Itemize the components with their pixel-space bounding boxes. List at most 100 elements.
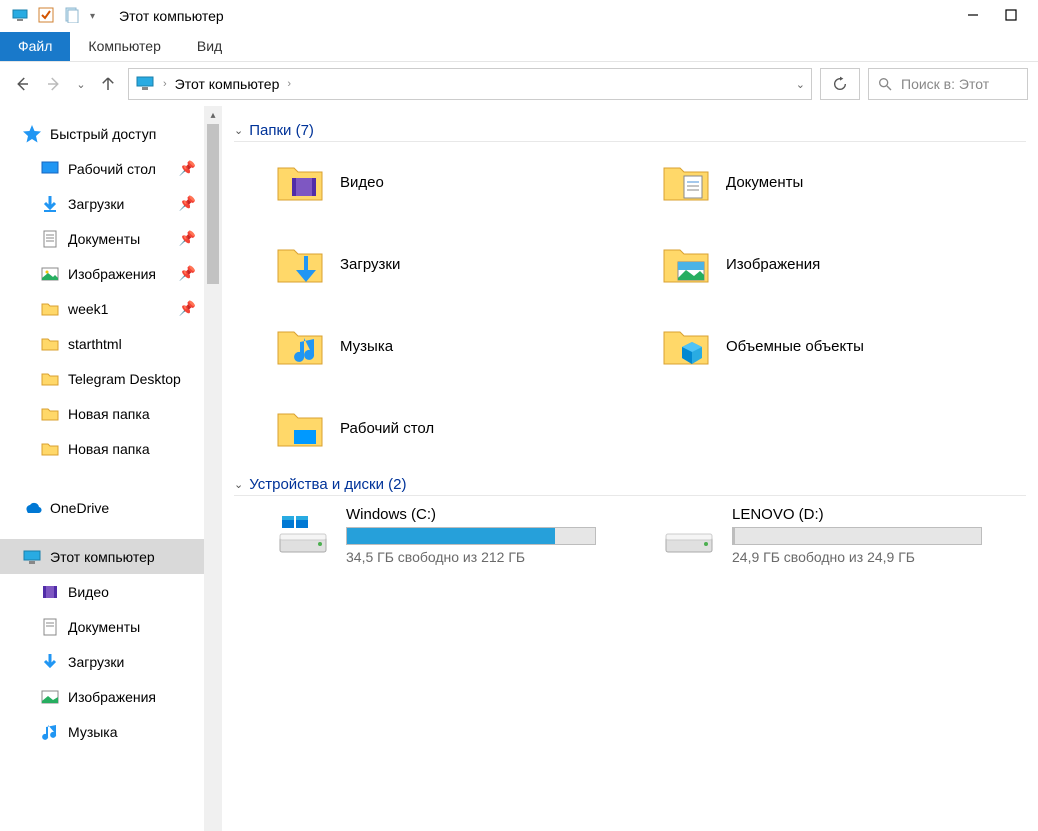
folder-tile-documents[interactable]: Документы <box>660 152 1026 212</box>
tree-pc-documents[interactable]: Документы <box>0 609 204 644</box>
pin-icon: 📌 <box>179 265 196 282</box>
window-controls <box>966 8 1030 25</box>
properties-checkbox-icon[interactable] <box>38 7 54 26</box>
star-icon <box>22 124 42 144</box>
chevron-right-icon[interactable]: › <box>163 78 167 90</box>
pc-icon <box>22 547 42 567</box>
picture-icon <box>40 264 60 284</box>
drive-tile-c[interactable]: Windows (C:) 34,5 ГБ свободно из 212 ГБ <box>274 506 640 565</box>
group-title: Устройства и диски (2) <box>249 476 406 493</box>
folder-tile-desktop[interactable]: Рабочий стол <box>274 398 640 458</box>
tree-item-telegram[interactable]: Telegram Desktop <box>0 361 204 396</box>
tree-pc-downloads[interactable]: Загрузки <box>0 644 204 679</box>
folder-tile-pictures[interactable]: Изображения <box>660 234 1026 294</box>
group-drives-header[interactable]: ⌄ Устройства и диски (2) <box>234 476 1026 496</box>
address-dropdown-icon[interactable]: ⌄ <box>796 78 805 91</box>
chevron-down-icon: ⌄ <box>234 124 243 137</box>
drive-c-icon <box>274 506 332 564</box>
tree-item-pictures[interactable]: Изображения 📌 <box>0 256 204 291</box>
qat-dropdown-icon[interactable]: ▾ <box>90 11 95 22</box>
music-icon <box>40 722 60 742</box>
folder-icon <box>40 439 60 459</box>
search-box[interactable]: Поиск в: Этот <box>868 68 1028 100</box>
folder-label: Документы <box>726 174 803 191</box>
drive-d-icon <box>660 506 718 564</box>
folder-desktop-icon <box>274 402 326 454</box>
folder-label: Видео <box>340 174 384 191</box>
maximize-button[interactable] <box>1004 8 1018 25</box>
tree-item-newfolder[interactable]: Новая папка <box>0 396 204 431</box>
group-folders-header[interactable]: ⌄ Папки (7) <box>234 122 1026 142</box>
folder-tile-music[interactable]: Музыка <box>274 316 640 376</box>
tree-quick-access[interactable]: Быстрый доступ <box>0 116 204 151</box>
desktop-icon <box>40 159 60 179</box>
pc-small-icon <box>12 7 28 26</box>
chevron-down-icon: ⌄ <box>234 478 243 491</box>
tab-computer[interactable]: Компьютер <box>70 32 178 61</box>
back-button[interactable] <box>10 72 34 96</box>
tree-this-pc[interactable]: Этот компьютер <box>0 539 204 574</box>
tree-pc-video[interactable]: Видео <box>0 574 204 609</box>
folder-label: Рабочий стол <box>340 420 434 437</box>
forward-button[interactable] <box>42 72 66 96</box>
folder-tile-video[interactable]: Видео <box>274 152 640 212</box>
tree-label: Документы <box>68 619 140 635</box>
video-icon <box>40 582 60 602</box>
drive-capacity-bar <box>732 527 982 545</box>
search-placeholder: Поиск в: Этот <box>901 76 989 92</box>
folder-music-icon <box>274 320 326 372</box>
drive-name: Windows (C:) <box>346 506 596 523</box>
pin-icon: 📌 <box>179 230 196 247</box>
new-folder-icon[interactable] <box>64 7 80 26</box>
tree-label: Новая папка <box>68 441 150 457</box>
nav-tree: Быстрый доступ Рабочий стол 📌 Загрузки 📌… <box>0 106 204 831</box>
tree-item-desktop[interactable]: Рабочий стол 📌 <box>0 151 204 186</box>
folder-downloads-icon <box>274 238 326 290</box>
up-button[interactable] <box>96 72 120 96</box>
tree-label: Рабочий стол <box>68 161 156 177</box>
tree-item-newfolder2[interactable]: Новая папка <box>0 431 204 466</box>
tab-file[interactable]: Файл <box>0 32 70 61</box>
drive-free-text: 24,9 ГБ свободно из 24,9 ГБ <box>732 549 982 565</box>
tree-item-downloads[interactable]: Загрузки 📌 <box>0 186 204 221</box>
chevron-right-icon[interactable]: › <box>287 78 291 90</box>
tree-item-week1[interactable]: week1 📌 <box>0 291 204 326</box>
folder-video-icon <box>274 156 326 208</box>
tree-label: Этот компьютер <box>50 549 155 565</box>
title-bar: ▾ Этот компьютер <box>0 0 1038 32</box>
folder-icon <box>40 404 60 424</box>
ribbon-tabs: Файл Компьютер Вид <box>0 32 1038 62</box>
folders-grid: Видео Документы Загрузки Изображения Муз… <box>234 152 1026 458</box>
pin-icon: 📌 <box>179 300 196 317</box>
drive-free-text: 34,5 ГБ свободно из 212 ГБ <box>346 549 596 565</box>
recent-dropdown[interactable]: ⌄ <box>74 72 88 96</box>
download-icon <box>40 194 60 214</box>
document-icon <box>40 229 60 249</box>
folder-label: Изображения <box>726 256 820 273</box>
tree-pc-pictures[interactable]: Изображения <box>0 679 204 714</box>
folder-icon <box>40 369 60 389</box>
tree-onedrive[interactable]: OneDrive <box>0 490 204 525</box>
folder-label: Музыка <box>340 338 393 355</box>
folder-label: Объемные объекты <box>726 338 864 355</box>
minimize-button[interactable] <box>966 8 980 25</box>
tree-item-documents[interactable]: Документы 📌 <box>0 221 204 256</box>
sidebar-scrollbar[interactable]: ▴ <box>204 106 222 831</box>
tab-view[interactable]: Вид <box>179 32 240 61</box>
picture-icon <box>40 687 60 707</box>
drive-tile-d[interactable]: LENOVO (D:) 24,9 ГБ свободно из 24,9 ГБ <box>660 506 1026 565</box>
address-bar[interactable]: › Этот компьютер › ⌄ <box>128 68 812 100</box>
search-icon <box>877 76 893 92</box>
tree-pc-music[interactable]: Музыка <box>0 714 204 749</box>
tree-label: Быстрый доступ <box>50 126 156 142</box>
tree-label: Изображения <box>68 689 156 705</box>
breadcrumb[interactable]: Этот компьютер <box>175 76 280 92</box>
cloud-icon <box>22 498 42 518</box>
scroll-up-icon[interactable]: ▴ <box>204 106 222 124</box>
tree-item-starthtml[interactable]: starthtml <box>0 326 204 361</box>
tree-label: week1 <box>68 301 108 317</box>
scrollbar-thumb[interactable] <box>207 124 219 284</box>
folder-tile-downloads[interactable]: Загрузки <box>274 234 640 294</box>
refresh-button[interactable] <box>820 68 860 100</box>
folder-tile-3d[interactable]: Объемные объекты <box>660 316 1026 376</box>
